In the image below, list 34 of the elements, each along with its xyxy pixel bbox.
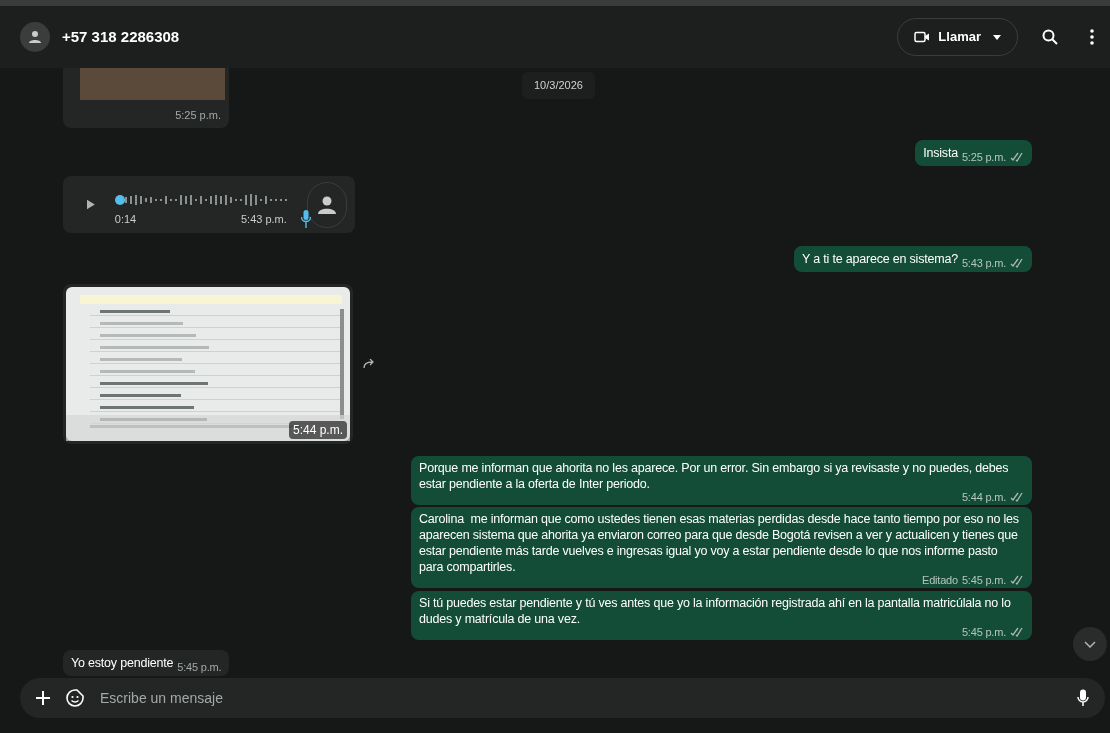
message-time: 5:44 p.m.	[288, 421, 347, 439]
person-icon	[316, 194, 337, 215]
message-time: 5:44 p.m.	[961, 490, 1006, 505]
voice-duration: 0:14	[114, 212, 137, 228]
microphone-icon	[301, 210, 311, 228]
message-time: 5:25 p.m.	[961, 150, 1006, 165]
caret-icon	[993, 34, 1001, 40]
message-time: 5:45 p.m.	[177, 660, 222, 675]
message-text: Yo estoy pendiente	[71, 656, 174, 670]
message-composer[interactable]: Escribe un mensaje	[20, 678, 1105, 718]
sticker-icon[interactable]	[66, 689, 84, 707]
message-text: Carolina me informan que como ustedes tienen esas materias perdidas desde hace tanto tiempo por eso no les aparecen sistema que ahorita ya enviaron correo para que desde Bogotá revisen a ver y actualicen y tienes que estar pendiente más tarde vuelves e ingresas igual yo voy a estar pendiente desde lo que nos informe pasto para compartirles.	[419, 512, 1020, 574]
scroll-down-button[interactable]	[1073, 627, 1107, 661]
message-time: 5:45 p.m.	[961, 573, 1006, 588]
message-text: Si tú puedes estar pendiente y tú ves antes que yo la información registrada ahí en la pantalla matricúlala no lo dudes y matrícula de una vez.	[419, 596, 1012, 626]
message-text: Porque me informan que ahorita no les aparece. Por un error. Sin embargo si ya revisaste y no puedes, debes estar pendiente a la oferta de Inter periodo.	[419, 461, 1010, 491]
date-chip: 10/3/2026	[522, 72, 595, 99]
message-text: Y a ti te aparece en sistema?	[802, 252, 958, 266]
contact-name[interactable]: +57 318 2286308	[62, 25, 886, 49]
search-icon[interactable]	[1042, 29, 1058, 45]
message-time: 5:45 p.m.	[961, 625, 1006, 640]
message-text: Insista	[923, 146, 958, 160]
message-time: 5:43 p.m.	[240, 212, 287, 228]
message-time: 5:43 p.m.	[961, 256, 1006, 271]
menu-icon[interactable]	[1090, 29, 1094, 45]
avatar-icon[interactable]	[20, 22, 50, 52]
message-input[interactable]: Escribe un mensaje	[100, 687, 1061, 709]
message-time: 5:25 p.m.	[175, 107, 221, 123]
chevron-down-icon	[1084, 640, 1096, 648]
play-icon[interactable]	[87, 199, 95, 210]
edited-label: Editado	[922, 573, 958, 588]
video-camera-icon	[914, 31, 931, 43]
microphone-icon[interactable]	[1077, 689, 1089, 707]
plus-icon[interactable]	[36, 691, 50, 705]
